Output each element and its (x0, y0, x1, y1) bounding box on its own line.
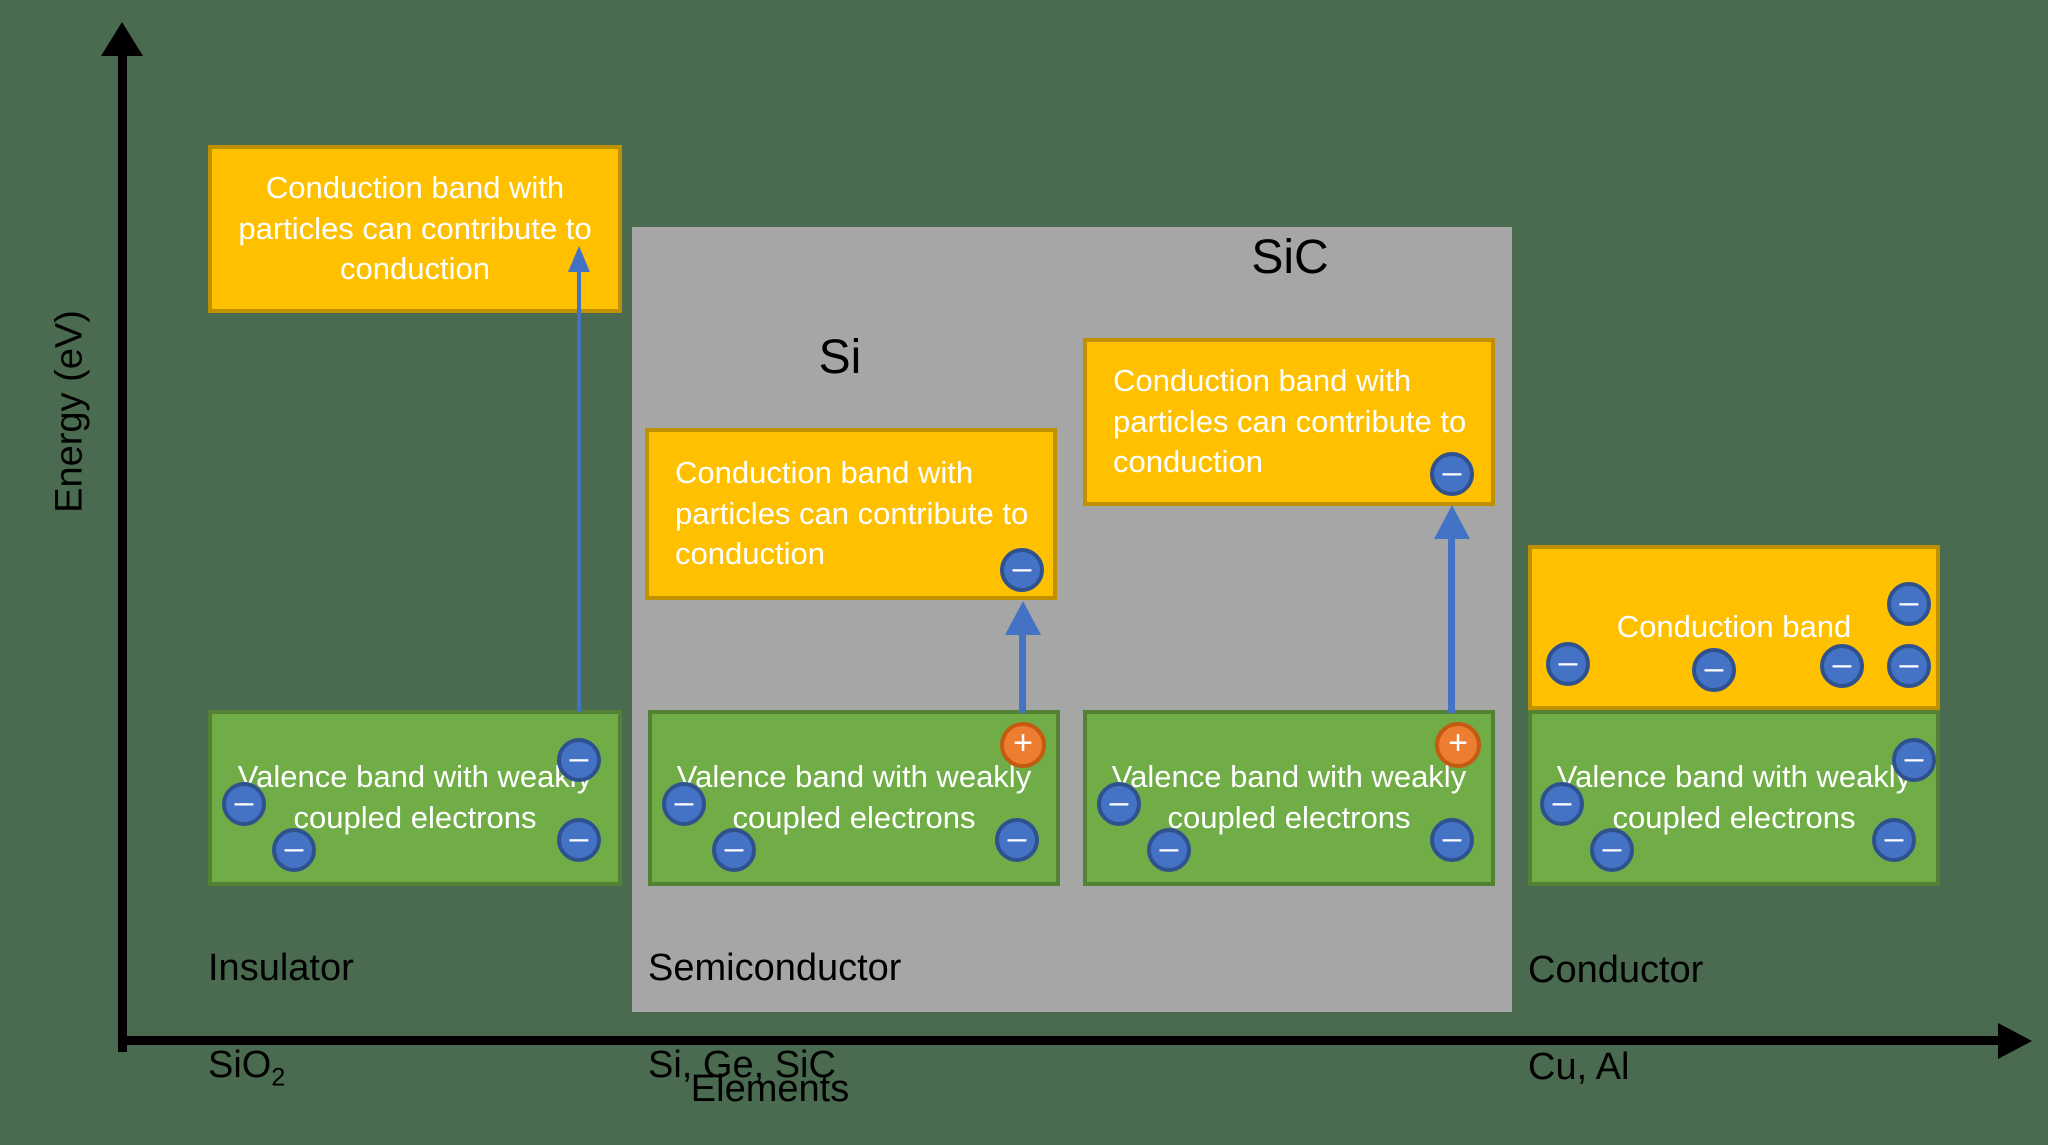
insulator-valence-band: Valence band with weakly coupled electro… (208, 710, 622, 886)
electron-sign: – (1442, 453, 1462, 491)
electron-sign: – (1884, 819, 1904, 857)
electron-particle: – (1820, 644, 1864, 688)
conductor-valence-band: Valence band with weakly coupled electro… (1528, 710, 1940, 886)
electron-particle: – (1692, 648, 1736, 692)
sic-valence-band: Valence band with weakly coupled electro… (1083, 710, 1495, 886)
sic-region-title: SiC (1251, 231, 1329, 284)
insulator-conduction-band: Conduction band with particles can contr… (208, 145, 622, 313)
x-axis-arrow-icon (1998, 1023, 2032, 1059)
electron-sign: – (569, 739, 589, 777)
electron-particle: – (662, 782, 706, 826)
electron-particle: – (557, 738, 601, 782)
band-diagram-canvas: Energy (eV) Elements Si SiC Conduction b… (0, 0, 2048, 1145)
electron-sign: – (1552, 783, 1572, 821)
si-valence-band: Valence band with weakly coupled electro… (648, 710, 1060, 886)
insulator-formula-subscript: 2 (271, 1063, 286, 1092)
conductor-formula: Cu, Al (1528, 1045, 1630, 1088)
hole-particle: + (1435, 722, 1481, 768)
hole-sign: + (1013, 724, 1033, 762)
si-conduction-band: Conduction band with particles can contr… (645, 428, 1057, 600)
hole-sign: + (1448, 724, 1468, 762)
semiconductor-name: Semiconductor (648, 946, 902, 989)
si-excitation-arrow-icon (1005, 601, 1041, 713)
arrow-head-icon (1434, 505, 1470, 539)
electron-sign: – (1899, 645, 1919, 683)
insulator-excitation-arrow-icon (568, 246, 590, 712)
conductor-label: Conductor Cu, Al (1528, 897, 1703, 1140)
electron-sign: – (1109, 783, 1129, 821)
si-valence-band-label: Valence band with weakly coupled electro… (676, 759, 1032, 835)
electron-particle: – (995, 818, 1039, 862)
electron-sign: – (1704, 649, 1724, 687)
electron-particle: – (1892, 738, 1936, 782)
electron-particle: – (1097, 782, 1141, 826)
x-axis-line (122, 1036, 2004, 1045)
electron-sign: – (1442, 819, 1462, 857)
electron-sign: – (1832, 645, 1852, 683)
insulator-label: Insulator SiO2 (208, 895, 354, 1142)
conductor-conduction-band-label: Conduction band (1616, 609, 1852, 645)
semiconductor-label: Semiconductor Si, Ge, SiC (648, 895, 901, 1138)
semiconductor-formula: Si, Ge, SiC (648, 1043, 836, 1086)
electron-sign: – (1899, 583, 1919, 621)
electron-sign: – (1159, 829, 1179, 867)
electron-particle: – (1872, 818, 1916, 862)
arrow-shaft (1019, 631, 1026, 713)
y-axis-line (118, 52, 127, 1052)
arrow-shaft (1448, 535, 1455, 713)
insulator-name: Insulator (208, 946, 354, 989)
y-axis-label: Energy (eV) (48, 310, 91, 513)
electron-particle: – (712, 828, 756, 872)
electron-particle: – (1147, 828, 1191, 872)
electron-particle: – (557, 818, 601, 862)
electron-particle: – (272, 828, 316, 872)
si-conduction-band-label: Conduction band with particles can contr… (675, 454, 1029, 572)
electron-sign: – (1012, 549, 1032, 587)
electron-sign: – (234, 783, 254, 821)
electron-particle: – (1546, 642, 1590, 686)
arrow-head-icon (1005, 601, 1041, 635)
electron-particle: – (1430, 452, 1474, 496)
electron-particle: – (222, 782, 266, 826)
sic-conduction-band-label: Conduction band with particles can contr… (1113, 362, 1467, 480)
electron-particle: – (1430, 818, 1474, 862)
electron-sign: – (569, 819, 589, 857)
electron-particle: – (1887, 582, 1931, 626)
conductor-name: Conductor (1528, 948, 1704, 991)
electron-sign: – (1602, 829, 1622, 867)
electron-sign: – (1904, 739, 1924, 777)
electron-sign: – (1007, 819, 1027, 857)
sic-excitation-arrow-icon (1434, 505, 1470, 713)
electron-sign: – (724, 829, 744, 867)
electron-sign: – (674, 783, 694, 821)
electron-particle: – (1540, 782, 1584, 826)
arrow-shaft (577, 268, 581, 712)
hole-particle: + (1000, 722, 1046, 768)
electron-particle: – (1590, 828, 1634, 872)
y-axis-arrow-icon (101, 22, 143, 56)
electron-sign: – (284, 829, 304, 867)
insulator-conduction-band-label: Conduction band with particles can contr… (238, 169, 592, 287)
electron-particle: – (1887, 644, 1931, 688)
conductor-conduction-band: Conduction band (1528, 545, 1940, 710)
electron-particle: – (1000, 548, 1044, 592)
insulator-valence-band-label: Valence band with weakly coupled electro… (237, 759, 593, 835)
insulator-formula: SiO2 (208, 1043, 286, 1092)
electron-sign: – (1558, 643, 1578, 681)
sic-valence-band-label: Valence band with weakly coupled electro… (1111, 759, 1467, 835)
si-region-title: Si (818, 331, 862, 384)
